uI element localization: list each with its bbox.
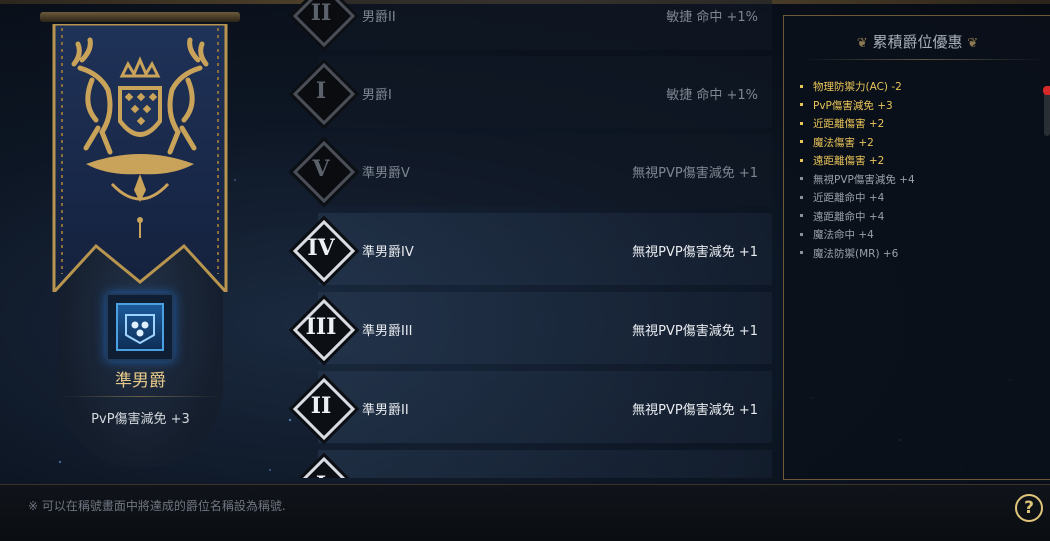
rank-name: 男爵II (362, 10, 396, 25)
rank-row[interactable]: V 準男爵V 無視PVP傷害減免 +1 (292, 134, 772, 206)
bonus-item: 魔法命中 +4 (798, 226, 915, 245)
rank-row[interactable]: I 男爵I 敏捷 命中 +1% (292, 56, 772, 128)
cumulative-bonus-panel: ❦ 累積爵位優惠 ❦ 物理防禦力(AC) -2 PvP傷害減免 +3 近距離傷害… (783, 15, 1050, 480)
rank-row[interactable]: II 男爵II 敏捷 命中 +1% (292, 0, 772, 50)
footer-bar: ※ 可以在稱號畫面中將達成的爵位名稱設為稱號. ? (0, 484, 1050, 541)
rank-bonus: 無視PVP傷害減免 +1 (632, 166, 758, 181)
banner-pole (40, 12, 240, 22)
rank-name: 準男爵II (362, 403, 409, 418)
rank-row[interactable]: IV 準男爵IV 無視PVP傷害減免 +1 (292, 213, 772, 285)
bonus-list: 物理防禦力(AC) -2 PvP傷害減免 +3 近距離傷害 +2 魔法傷害 +2… (798, 78, 915, 263)
bonus-item: 近距離命中 +4 (798, 189, 915, 208)
rank-list[interactable]: II 男爵II 敏捷 命中 +1% I 男爵I 敏捷 命中 +1% V 準男爵V… (282, 0, 772, 478)
rank-emblem-icon (116, 303, 164, 351)
rank-numeral-badge: III (292, 298, 356, 362)
bonus-item: 魔法傷害 +2 (798, 134, 915, 153)
bonus-item: 無視PVP傷害減免 +4 (798, 171, 915, 190)
laurel-left-icon: ❦ (856, 36, 868, 51)
rank-divider (62, 396, 220, 397)
rank-name: 準男爵IV (362, 245, 414, 260)
rank-row[interactable]: III 準男爵III 無視PVP傷害減免 +1 (292, 292, 772, 364)
laurel-right-icon: ❦ (967, 36, 979, 51)
rank-numeral-badge: V (292, 140, 356, 204)
footer-note: ※ 可以在稱號畫面中將達成的爵位名稱設為稱號. (28, 499, 286, 513)
panel-title: ❦ 累積爵位優惠 ❦ (784, 31, 1050, 52)
current-rank-bonus: PvP傷害減免 +3 (91, 412, 190, 427)
notification-dot (1043, 86, 1050, 95)
rank-bonus: 敏捷 命中 +1% (666, 10, 758, 25)
bonus-item: 魔法防禦(MR) +6 (798, 245, 915, 264)
bonus-item: 遠距離傷害 +2 (798, 152, 915, 171)
rank-numeral-badge: IV (292, 219, 356, 283)
rank-emblem (106, 293, 174, 361)
bonus-item: PvP傷害減免 +3 (798, 97, 915, 116)
help-button[interactable]: ? (1015, 494, 1043, 522)
panel-title-text: 累積爵位優惠 (872, 33, 963, 51)
rank-name: 準男爵III (362, 324, 413, 339)
current-rank-name: 準男爵 (115, 371, 166, 391)
rank-row[interactable]: II 準男爵II 無視PVP傷害減免 +1 (292, 371, 772, 443)
rank-bonus: 無視PVP傷害減免 +1 (632, 324, 758, 339)
bonus-item: 物理防禦力(AC) -2 (798, 78, 915, 97)
panel-divider (804, 59, 1044, 60)
rank-numeral-badge: I (292, 62, 356, 126)
rank-bonus: 無視PVP傷害減免 +1 (632, 403, 758, 418)
rank-row[interactable]: I (292, 450, 772, 478)
rank-numeral-badge: II (292, 0, 356, 48)
rank-name: 男爵I (362, 88, 392, 103)
rank-bonus: 敏捷 命中 +1% (666, 88, 758, 103)
crest-banner (52, 24, 228, 292)
rank-name: 準男爵V (362, 166, 410, 181)
rank-bonus: 無視PVP傷害減免 +1 (632, 245, 758, 260)
bonus-item: 遠距離命中 +4 (798, 208, 915, 227)
rank-numeral-badge: I (292, 456, 356, 478)
bonus-item: 近距離傷害 +2 (798, 115, 915, 134)
rank-numeral-badge: II (292, 377, 356, 441)
